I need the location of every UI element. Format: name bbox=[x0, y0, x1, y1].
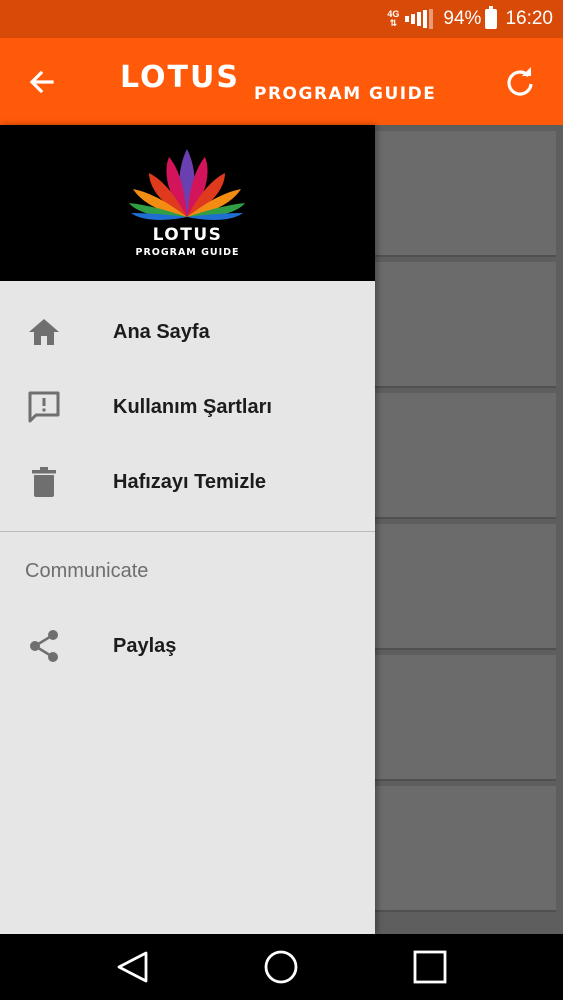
drawer-logo-title: LOTUS bbox=[152, 225, 223, 245]
menu-item-label: Hafızayı Temizle bbox=[113, 470, 267, 493]
clock: 16:20 bbox=[505, 8, 553, 29]
content-card[interactable] bbox=[375, 131, 556, 257]
trash-icon bbox=[32, 467, 56, 497]
drawer-header: LOTUS PROGRAM GUIDE bbox=[0, 125, 375, 281]
app-bar: LOTUS PROGRAM GUIDE bbox=[0, 38, 563, 125]
menu-item-share[interactable]: Paylaş bbox=[0, 611, 375, 681]
refresh-icon[interactable] bbox=[500, 62, 540, 102]
app-title: LOTUS bbox=[120, 60, 240, 95]
nav-home-icon[interactable] bbox=[263, 949, 299, 985]
home-icon bbox=[29, 319, 59, 345]
content-card[interactable] bbox=[375, 786, 556, 912]
menu-item-label: Ana Sayfa bbox=[113, 320, 210, 343]
drawer-divider bbox=[0, 531, 375, 532]
content-card[interactable] bbox=[375, 393, 556, 519]
app-subtitle: PROGRAM GUIDE bbox=[254, 84, 437, 104]
nav-back-icon[interactable] bbox=[115, 949, 151, 985]
lotus-logo-icon bbox=[129, 149, 245, 220]
status-bar: 4G ⇅ 94% 16:20 bbox=[0, 0, 563, 38]
menu-item-label: Kullanım Şartları bbox=[113, 395, 272, 418]
menu-item-home[interactable]: Ana Sayfa bbox=[0, 297, 375, 367]
drawer-logo-subtitle: PROGRAM GUIDE bbox=[135, 247, 240, 258]
signal-icon bbox=[405, 9, 434, 29]
feedback-icon bbox=[28, 391, 60, 423]
arrow-back-icon[interactable] bbox=[22, 62, 62, 102]
content-card[interactable] bbox=[375, 524, 556, 650]
content-grid bbox=[372, 125, 563, 934]
menu-item-label: Paylaş bbox=[113, 634, 177, 657]
content-card[interactable] bbox=[375, 655, 556, 781]
section-title-communicate: Communicate bbox=[25, 560, 149, 582]
menu-item-terms[interactable]: Kullanım Şartları bbox=[0, 372, 375, 442]
share-icon bbox=[30, 630, 58, 662]
content-card[interactable] bbox=[375, 262, 556, 388]
battery-percent: 94% bbox=[443, 8, 482, 29]
nav-recents-icon[interactable] bbox=[412, 949, 448, 985]
network-type: 4G ⇅ bbox=[387, 9, 400, 28]
battery-icon bbox=[485, 6, 498, 29]
system-nav-bar bbox=[0, 934, 563, 1000]
menu-item-clear-cache[interactable]: Hafızayı Temizle bbox=[0, 447, 375, 517]
navigation-drawer: LOTUS PROGRAM GUIDE Ana Sayfa Kullanım Ş… bbox=[0, 125, 375, 934]
